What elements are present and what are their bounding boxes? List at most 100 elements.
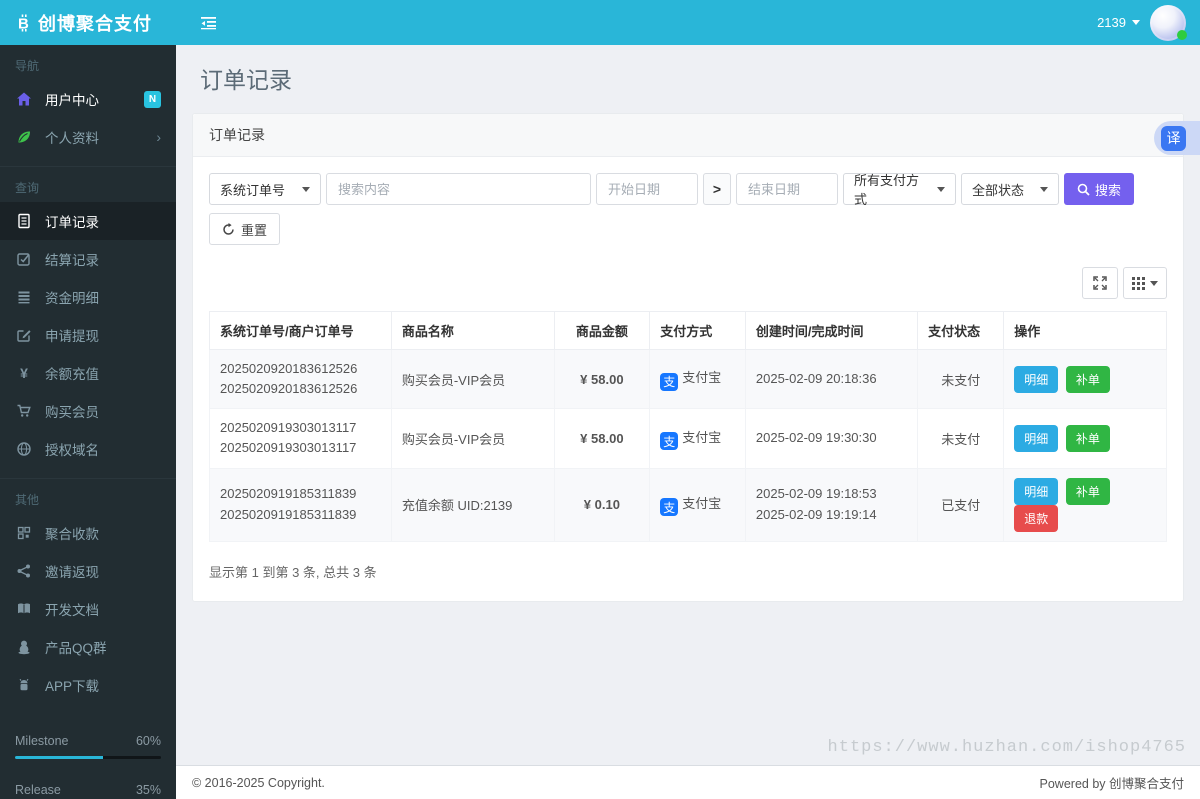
sidebar-item-authorized-domain[interactable]: 授权域名 bbox=[0, 430, 176, 468]
user-menu[interactable]: 2139 bbox=[1097, 15, 1140, 30]
translate-fab[interactable]: 译 bbox=[1154, 121, 1200, 155]
columns-toggle-button[interactable] bbox=[1123, 267, 1167, 299]
pay-method-select[interactable]: 所有支付方式 bbox=[843, 173, 956, 207]
system-order-no: 2025020920183612526 bbox=[220, 361, 358, 376]
bitcoin-icon: B bbox=[16, 14, 31, 32]
leaf-icon bbox=[15, 129, 33, 145]
fullscreen-button[interactable] bbox=[1082, 267, 1118, 299]
sidebar: 导航 用户中心 N 个人资料 › 查询 订单记录 结算记录 资金明细 申请提现 … bbox=[0, 45, 176, 799]
avatar[interactable] bbox=[1150, 4, 1187, 41]
end-date-input[interactable] bbox=[736, 173, 838, 205]
share-icon bbox=[15, 563, 33, 579]
reissue-button[interactable]: 补单 bbox=[1065, 424, 1110, 452]
product-name: 充值余额 UID:2139 bbox=[390, 467, 555, 542]
brand[interactable]: B 创博聚合支付 bbox=[0, 0, 176, 45]
detail-button[interactable]: 明细 bbox=[1014, 477, 1059, 505]
globe-icon bbox=[15, 441, 33, 457]
sidebar-item-balance-recharge[interactable]: ¥ 余额充值 bbox=[0, 354, 176, 392]
refresh-icon bbox=[222, 222, 235, 236]
system-order-no: 2025020919303013117 bbox=[220, 420, 357, 436]
sidebar-item-label: 开发文档 bbox=[45, 603, 99, 618]
watermark-text: https://www.huzhan.com/ishop4765 bbox=[827, 738, 1186, 757]
create-time: 2025-02-09 19:18:53 bbox=[755, 485, 877, 501]
detail-button[interactable]: 明细 bbox=[1014, 365, 1059, 393]
pay-method-cell: 支支付宝 bbox=[649, 467, 746, 542]
product-name: 购买会员-VIP会员 bbox=[390, 348, 555, 410]
pay-method-label: 支付宝 bbox=[682, 495, 722, 511]
sidebar-toggle-button[interactable] bbox=[200, 16, 217, 30]
col-pay-method[interactable]: 支付方式 bbox=[649, 311, 746, 350]
sidebar-item-settlement-records[interactable]: 结算记录 bbox=[0, 240, 176, 278]
search-field-value: 系统订单号 bbox=[220, 182, 286, 198]
sidebar-section-other: 其他 bbox=[15, 493, 40, 507]
qrcode-icon bbox=[15, 525, 33, 541]
search-input[interactable] bbox=[326, 173, 591, 205]
sidebar-progress-block: Milestone 60% Release 35% bbox=[0, 734, 176, 799]
status-select[interactable]: 全部状态 bbox=[961, 173, 1059, 205]
sidebar-item-user-center[interactable]: 用户中心 N bbox=[0, 80, 176, 118]
col-time[interactable]: 创建时间/完成时间 bbox=[744, 311, 919, 350]
sidebar-item-invite-cashback[interactable]: 邀请返现 bbox=[0, 552, 176, 590]
table-row: 2025020919185311839 2025020919185311839 … bbox=[209, 467, 1167, 542]
book-icon bbox=[15, 601, 33, 617]
date-range-arrow-button[interactable]: > bbox=[703, 173, 731, 205]
create-time: 2025-02-09 20:18:36 bbox=[755, 370, 877, 386]
sidebar-item-buy-membership[interactable]: 购买会员 bbox=[0, 392, 176, 430]
finish-time: 2025-02-09 19:19:14 bbox=[755, 506, 877, 522]
caret-down-icon bbox=[302, 186, 310, 192]
amount: ¥ 58.00 bbox=[553, 348, 651, 410]
card-body: 系统订单号 > 所有支付方式 全部状态 bbox=[193, 157, 1183, 601]
online-status-dot bbox=[1177, 29, 1187, 40]
release-value: 35% bbox=[135, 783, 161, 797]
col-order-no[interactable]: 系统订单号/商户订单号 bbox=[209, 311, 392, 350]
caret-down-icon bbox=[1150, 280, 1158, 286]
col-product-name[interactable]: 商品名称 bbox=[390, 311, 555, 350]
card-header: 订单记录 bbox=[193, 114, 1183, 157]
translate-icon: 译 bbox=[1161, 125, 1186, 151]
sidebar-item-product-qq-group[interactable]: 产品QQ群 bbox=[0, 628, 176, 666]
brand-title: 创博聚合支付 bbox=[38, 13, 152, 34]
refund-button[interactable]: 退款 bbox=[1014, 504, 1059, 532]
reissue-button[interactable]: 补单 bbox=[1065, 365, 1110, 393]
caret-down-icon bbox=[937, 186, 945, 192]
reissue-button[interactable]: 补单 bbox=[1065, 477, 1110, 505]
table-header-row: 系统订单号/商户订单号 商品名称 商品金额 支付方式 创建时间/完成时间 支付状… bbox=[209, 311, 1167, 350]
sidebar-item-app-download[interactable]: APP下载 bbox=[0, 666, 176, 704]
document-list-icon bbox=[15, 213, 33, 229]
reset-button[interactable]: 重置 bbox=[209, 213, 281, 245]
sidebar-item-label: 产品QQ群 bbox=[45, 641, 107, 656]
search-field-select[interactable]: 系统订单号 bbox=[209, 173, 321, 205]
create-time: 2025-02-09 19:30:30 bbox=[755, 430, 877, 446]
col-status[interactable]: 支付状态 bbox=[917, 311, 1005, 350]
sidebar-section-nav: 导航 bbox=[15, 59, 40, 73]
col-amount[interactable]: 商品金额 bbox=[553, 311, 651, 350]
col-actions[interactable]: 操作 bbox=[1003, 311, 1167, 350]
search-button-label: 搜索 bbox=[1095, 182, 1122, 198]
new-badge: N bbox=[144, 90, 161, 108]
edit-square-icon bbox=[15, 327, 33, 343]
sidebar-item-fund-details[interactable]: 资金明细 bbox=[0, 278, 176, 316]
footer: © 2016-2025 Copyright. Powered by 创博聚合支付 bbox=[176, 765, 1200, 799]
sidebar-item-withdraw-apply[interactable]: 申请提现 bbox=[0, 316, 176, 354]
pay-method-value: 所有支付方式 bbox=[854, 173, 920, 207]
sidebar-item-label: 用户中心 bbox=[45, 93, 99, 108]
order-records-card: 订单记录 系统订单号 > 所有支付方式 bbox=[192, 113, 1184, 602]
reset-button-label: 重置 bbox=[241, 222, 268, 238]
milestone-value: 60% bbox=[135, 734, 161, 748]
alipay-icon: 支 bbox=[660, 432, 679, 451]
detail-button[interactable]: 明细 bbox=[1014, 424, 1059, 452]
search-button[interactable]: 搜索 bbox=[1064, 173, 1135, 205]
card-title: 订单记录 bbox=[209, 127, 265, 143]
alipay-icon: 支 bbox=[660, 372, 679, 391]
sidebar-item-label: 申请提现 bbox=[45, 329, 99, 344]
sidebar-item-aggregate-collection[interactable]: 聚合收款 bbox=[0, 514, 176, 552]
powered-by-text: Powered by 创博聚合支付 bbox=[1039, 777, 1184, 791]
milestone-progressbar bbox=[15, 756, 161, 759]
sidebar-item-profile[interactable]: 个人资料 › bbox=[0, 118, 176, 156]
start-date-input[interactable] bbox=[596, 173, 698, 205]
qq-penguin-icon bbox=[15, 639, 33, 655]
sidebar-item-dev-docs[interactable]: 开发文档 bbox=[0, 590, 176, 628]
sidebar-item-order-records[interactable]: 订单记录 bbox=[0, 202, 176, 240]
page-title: 订单记录 bbox=[200, 67, 292, 93]
yen-icon: ¥ bbox=[20, 365, 28, 381]
